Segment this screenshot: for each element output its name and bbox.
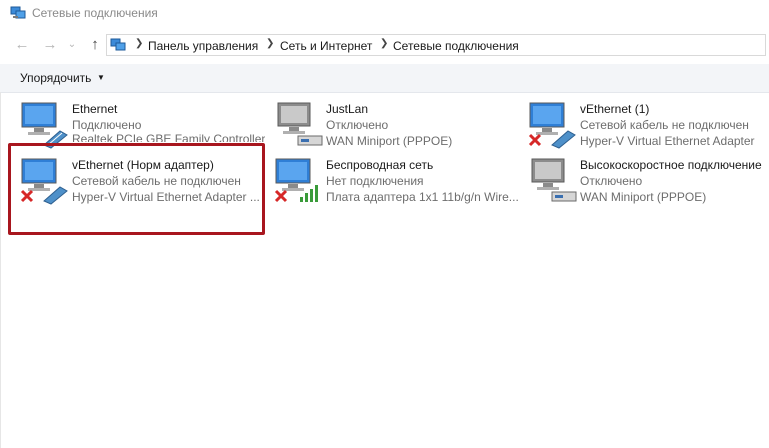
up-arrow-icon[interactable]: ↑ xyxy=(86,36,104,54)
connection-item-high-speed[interactable]: Высокоскоростное подключение Отключено W… xyxy=(528,157,769,207)
connection-status: Нет подключения xyxy=(326,174,424,188)
breadcrumb-separator-icon[interactable]: ❯ xyxy=(380,38,388,49)
ethernet-cable-unplugged-icon xyxy=(528,102,576,149)
window-title: Сетевые подключения xyxy=(32,6,158,20)
connection-item-wireless[interactable]: Беспроводная сеть Нет подключения Плата … xyxy=(274,157,524,207)
command-bar: Упорядочить ▼ xyxy=(0,64,769,93)
breadcrumb-network-internet[interactable]: Сеть и Интернет xyxy=(280,39,372,53)
address-row: ← → ⌄ ↑ ❯ Панель управления ❯ Сеть и Инт… xyxy=(0,32,769,58)
breadcrumb-control-panel[interactable]: Панель управления xyxy=(148,39,258,53)
wireless-disconnected-icon xyxy=(274,158,318,203)
address-bar[interactable]: ❯ Панель управления ❯ Сеть и Интернет ❯ … xyxy=(106,34,766,56)
pane-divider xyxy=(0,92,1,448)
network-connections-icon xyxy=(10,6,26,19)
breadcrumb-network-connections[interactable]: Сетевые подключения xyxy=(393,39,519,53)
connection-device: Плата адаптера 1x1 11b/g/n Wire... xyxy=(326,190,519,204)
connection-name: Ethernet xyxy=(72,102,118,116)
dropdown-caret-icon[interactable]: ▼ xyxy=(97,73,105,82)
highlight-frame xyxy=(8,143,265,235)
title-bar: Сетевые подключения xyxy=(0,0,769,28)
breadcrumb-separator-icon[interactable]: ❯ xyxy=(135,38,143,49)
connection-status: Подключено xyxy=(72,118,142,132)
forward-arrow-icon[interactable]: → xyxy=(41,36,59,54)
ethernet-connected-icon xyxy=(21,102,68,149)
connection-device: WAN Miniport (PPPOE) xyxy=(326,134,453,148)
connection-status: Отключено xyxy=(326,118,389,132)
breadcrumb-separator-icon[interactable]: ❯ xyxy=(266,38,274,49)
connection-device: WAN Miniport (PPPOE) xyxy=(580,190,707,204)
recent-locations-chevron-icon[interactable]: ⌄ xyxy=(63,36,81,54)
connection-item-vethernet-1[interactable]: vEthernet (1) Сетевой кабель не подключе… xyxy=(528,101,769,151)
organize-button[interactable]: Упорядочить xyxy=(20,71,91,85)
control-panel-icon xyxy=(110,38,126,51)
wan-disconnected-icon xyxy=(277,102,323,146)
connection-name: vEthernet (1) xyxy=(580,102,650,116)
connection-name: Высокоскоростное подключение xyxy=(580,158,762,172)
wan-disconnected-icon xyxy=(531,158,577,202)
back-arrow-icon[interactable]: ← xyxy=(13,36,31,54)
connection-device: Realtek PCIe GBE Family Controller xyxy=(72,132,266,142)
connection-name: Беспроводная сеть xyxy=(326,158,434,172)
connection-status: Сетевой кабель не подключен xyxy=(580,118,749,132)
connection-status: Отключено xyxy=(580,174,643,188)
connection-device: Hyper-V Virtual Ethernet Adapter xyxy=(580,134,755,148)
connection-item-justlan[interactable]: JustLan Отключено WAN Miniport (PPPOE) xyxy=(274,101,524,151)
connection-name: JustLan xyxy=(326,102,369,116)
